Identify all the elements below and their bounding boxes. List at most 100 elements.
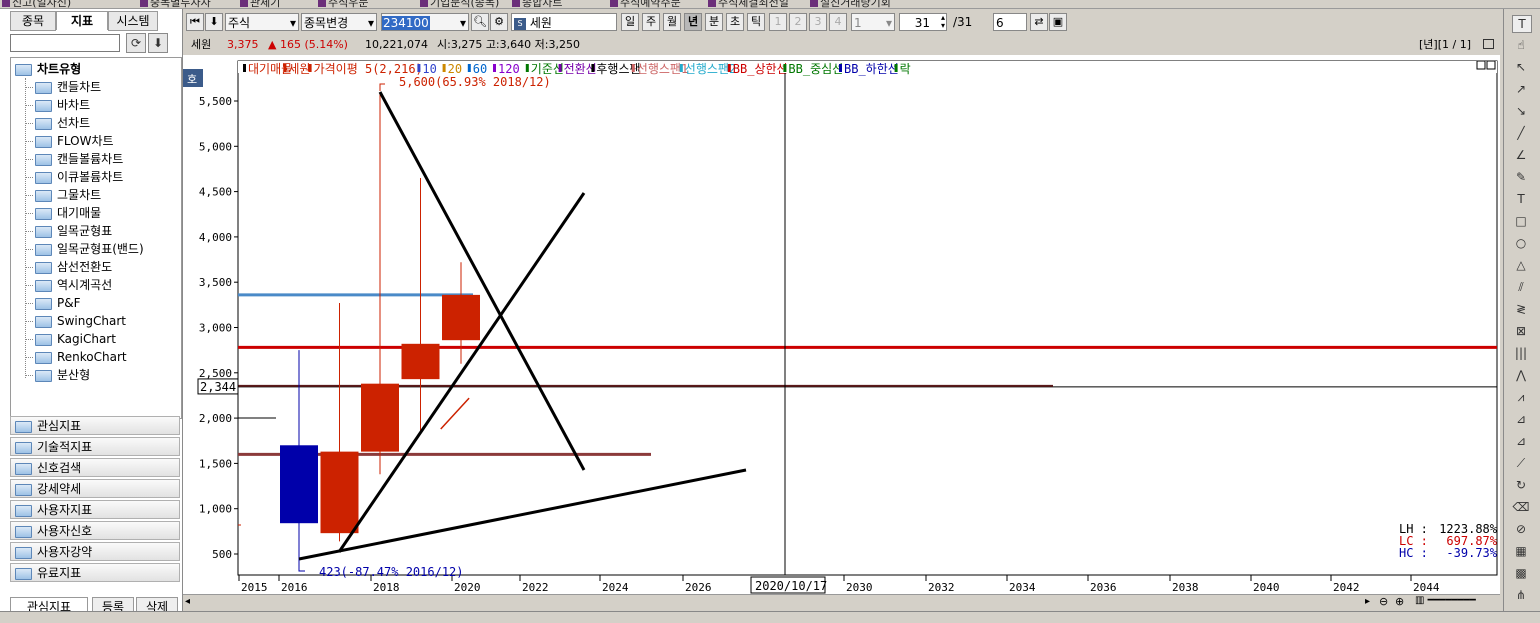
zoom-slider[interactable]: ▥ ━━━━━━━━ — [1415, 595, 1476, 606]
num-button[interactable]: 4 — [829, 13, 847, 31]
pointer-icon[interactable]: ↖ — [1512, 59, 1530, 75]
legend-item[interactable]: 가격이평 5(2,216) — [314, 62, 423, 76]
gann-icon[interactable]: ⊘ — [1512, 521, 1530, 537]
legend-item[interactable]: 60 — [473, 62, 487, 76]
window-tab[interactable]: 주식우문 — [318, 0, 368, 8]
download-arrow-icon[interactable]: ⬇ — [205, 13, 223, 31]
category-item[interactable]: 사용자신호 — [10, 521, 180, 540]
extra-input[interactable]: 6 — [993, 13, 1027, 31]
period-button[interactable]: 일 — [621, 13, 639, 31]
candle-body[interactable] — [361, 383, 399, 452]
grid-icon[interactable]: ▦ — [1512, 543, 1530, 559]
category-item[interactable]: 관심지표 — [10, 416, 180, 435]
parallel-lines-icon[interactable]: ⫽ — [1512, 279, 1530, 295]
legend-item[interactable]: BB_중심선 — [788, 62, 843, 76]
arrow-icon[interactable]: ↗ — [1512, 81, 1530, 97]
period-button[interactable]: 초 — [726, 13, 744, 31]
fan-icon[interactable]: ⋀ — [1512, 367, 1530, 383]
period-button[interactable]: 주 — [642, 13, 660, 31]
swap-icon[interactable]: ⇄ — [1030, 13, 1048, 31]
cursor-icon[interactable]: ☝ — [1512, 37, 1530, 53]
tree-item[interactable]: KagiChart — [25, 330, 116, 348]
vertical-lines-icon[interactable]: ||| — [1512, 345, 1530, 361]
stock-code-input[interactable]: 234100 ▾ — [381, 13, 469, 31]
zoom-in-icon[interactable]: ⊕ — [1395, 595, 1404, 608]
fibo-retrace-icon[interactable]: ⟋ — [1512, 455, 1530, 471]
scroll-right-icon[interactable]: ▸ — [1365, 596, 1370, 607]
legend-item[interactable]: BB_하한선 — [844, 62, 899, 76]
text-tool-icon[interactable]: T — [1512, 15, 1532, 33]
tree-item[interactable]: 캔들볼륨차트 — [25, 150, 123, 168]
refresh-icon[interactable]: ⟳ — [126, 33, 146, 53]
tree-item[interactable]: RenkoChart — [25, 348, 127, 366]
window-tab[interactable]: 주식체결최전일 — [708, 0, 789, 8]
window-tab[interactable]: 중목별투자자 — [140, 0, 211, 8]
tree-item[interactable]: 역시계곡선 — [25, 276, 112, 294]
legend-item[interactable]: 세원 — [288, 62, 310, 76]
tree-item[interactable]: 캔들차트 — [25, 78, 101, 96]
rotate-icon[interactable]: ↻ — [1512, 477, 1530, 493]
category-item[interactable]: 사용자지표 — [10, 500, 180, 519]
search-icon[interactable]: 🔍︎ — [471, 13, 489, 31]
tree-item[interactable]: 대기매물 — [25, 204, 101, 222]
period-button[interactable]: 틱 — [747, 13, 765, 31]
arrow-down-icon[interactable]: ↘ — [1512, 103, 1530, 119]
window-tab[interactable]: 기업분석(종목) — [420, 0, 499, 8]
window-tab[interactable]: 실진거래량기회 — [810, 0, 891, 8]
save-icon[interactable]: ▣ — [1049, 13, 1067, 31]
trend-line-icon[interactable]: ╱ — [1512, 125, 1530, 141]
download-icon[interactable]: ⬇ — [148, 33, 168, 53]
window-tab[interactable]: 종합차트 — [512, 0, 562, 8]
period-button[interactable]: 분 — [705, 13, 723, 31]
scroll-left-icon[interactable]: ◂ — [185, 596, 190, 607]
change-stock-button[interactable]: 종목변경 ▾ — [301, 13, 377, 31]
legend-item[interactable]: 10 — [422, 62, 436, 76]
zigzag-icon[interactable]: ≷ — [1512, 301, 1530, 317]
num-button[interactable]: 1 — [769, 13, 787, 31]
erase-icon[interactable]: ⌫ — [1512, 499, 1530, 515]
tree-item[interactable]: 바차트 — [25, 96, 90, 114]
pitchfork-icon[interactable]: ⋔ — [1512, 587, 1530, 603]
window-tab[interactable]: 신고(일자신) — [2, 0, 71, 8]
category-item[interactable]: 유료지표 — [10, 563, 180, 582]
triangle-icon[interactable]: △ — [1512, 257, 1530, 273]
candle-body[interactable] — [442, 294, 480, 341]
maximize-icon[interactable] — [1483, 39, 1494, 49]
category-item[interactable]: 기술적지표 — [10, 437, 180, 456]
candle-body[interactable] — [401, 343, 440, 380]
price-chart[interactable]: 호 500 1,000 1,500 2,000 2,500 3,000 3,500 4,000 4… — [183, 55, 1500, 611]
first-icon[interactable]: ⏮ — [186, 13, 204, 31]
category-item[interactable]: 신호검색 — [10, 458, 180, 477]
tree-root[interactable]: 차트유형 — [15, 60, 81, 78]
tab-indicator[interactable]: 지표 — [56, 11, 108, 30]
cross-icon[interactable]: ⊠ — [1512, 323, 1530, 339]
legend-item[interactable]: 락 — [900, 62, 911, 76]
legend-item[interactable]: 20 — [448, 62, 462, 76]
zoom-out-icon[interactable]: ⊖ — [1379, 595, 1388, 608]
window-tab[interactable]: 관체기 — [240, 0, 280, 8]
tree-item[interactable]: SwingChart — [25, 312, 126, 330]
rectangle-icon[interactable]: □ — [1512, 213, 1530, 229]
period-button[interactable]: 년 — [684, 13, 702, 31]
candle-body[interactable] — [320, 451, 359, 534]
pencil-icon[interactable]: ✎ — [1512, 169, 1530, 185]
angle-icon[interactable]: ∠ — [1512, 147, 1530, 163]
window-tab[interactable]: 주식예약주문 — [610, 0, 681, 8]
chart-area[interactable]: 호 500 1,000 1,500 2,000 2,500 3,000 3,500 4,000 4… — [183, 55, 1500, 611]
market-select[interactable]: 주식 ▾ — [225, 13, 299, 31]
legend-item[interactable]: 120 — [498, 62, 520, 76]
count-input[interactable]: 31 ▴ ▾ — [899, 13, 947, 31]
tree-item[interactable]: 분산형 — [25, 366, 90, 384]
tree-item[interactable]: 삼선전환도 — [25, 258, 112, 276]
legend-item[interactable]: BB_상한선 — [733, 62, 788, 76]
period-button[interactable]: 월 — [663, 13, 681, 31]
grid2-icon[interactable]: ▩ — [1512, 565, 1530, 581]
num-button[interactable]: 3 — [809, 13, 827, 31]
category-item[interactable]: 사용자강약 — [10, 542, 180, 561]
wrench-icon[interactable]: ⚙ — [490, 13, 508, 31]
category-item[interactable]: 강세약세 — [10, 479, 180, 498]
tree-item[interactable]: 이큐볼륨차트 — [25, 168, 123, 186]
tab-system[interactable]: 시스템 — [108, 11, 158, 31]
fibo-arc-icon[interactable]: ⊿ — [1512, 411, 1530, 427]
indicator-search-input[interactable] — [10, 34, 120, 52]
